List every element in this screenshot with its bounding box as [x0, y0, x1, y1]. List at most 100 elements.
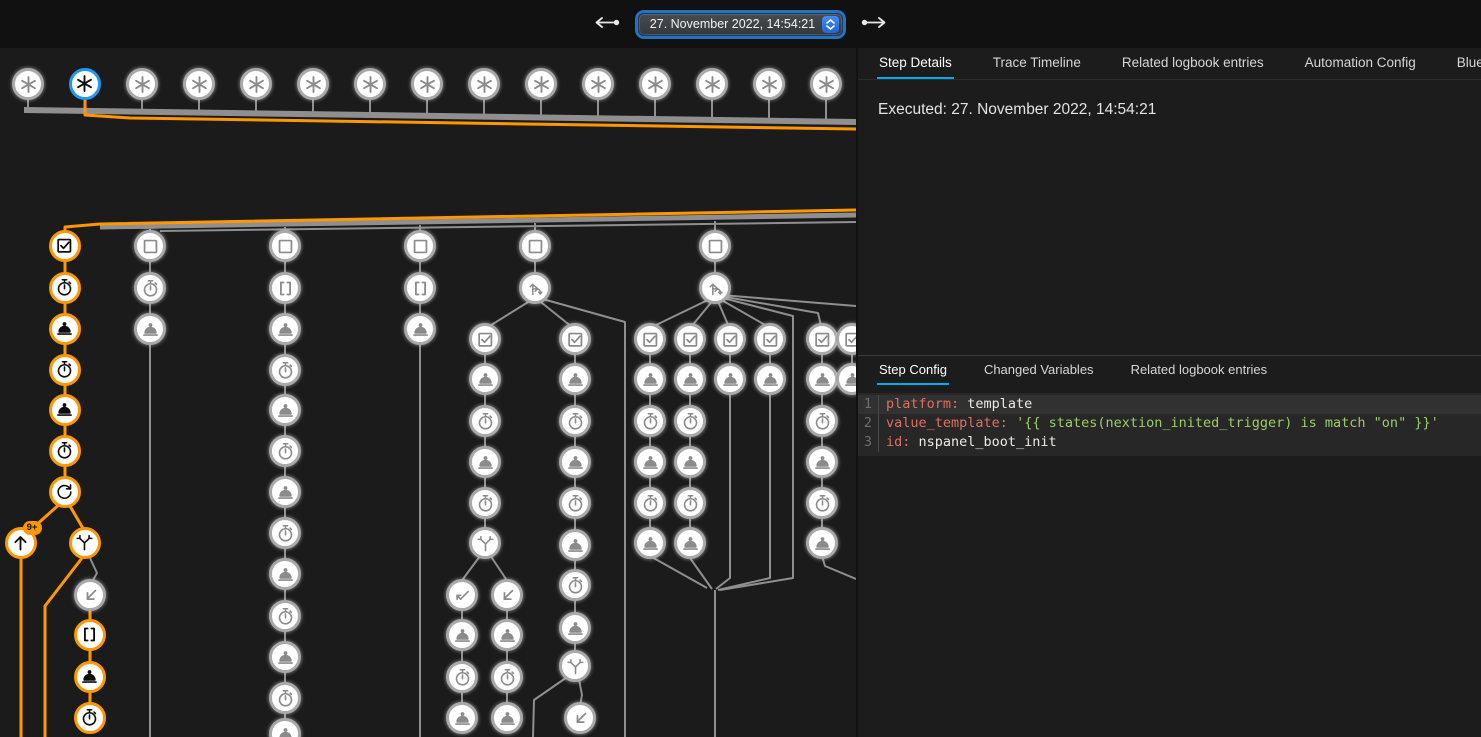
graph-node-asterisk[interactable] — [126, 68, 158, 100]
graph-node-service[interactable] — [559, 529, 591, 561]
trace-select[interactable]: 27. November 2022, 14:54:21 — [638, 13, 843, 36]
graph-node-timer[interactable] — [469, 405, 501, 437]
graph-node-service[interactable] — [446, 702, 478, 734]
graph-node-asterisk[interactable] — [240, 68, 272, 100]
graph-node-service[interactable] — [806, 527, 838, 559]
graph-node-timer[interactable] — [634, 405, 666, 437]
graph-node-service[interactable] — [269, 641, 301, 673]
graph-node-service[interactable] — [404, 313, 436, 345]
graph-node-check-box[interactable] — [806, 323, 838, 355]
graph-node-service[interactable] — [74, 661, 106, 693]
graph-node-timer[interactable] — [269, 682, 301, 714]
graph-node-asterisk[interactable] — [810, 68, 842, 100]
graph-node-timer[interactable] — [559, 569, 591, 601]
graph-node-blank-box[interactable] — [519, 230, 551, 262]
graph-node-asterisk[interactable] — [582, 68, 614, 100]
graph-node-check-box[interactable] — [559, 323, 591, 355]
graph-node-check-box[interactable] — [754, 323, 786, 355]
graph-node-arrow-down-left[interactable] — [491, 579, 523, 611]
graph-node-check-box[interactable] — [634, 323, 666, 355]
graph-node-asterisk[interactable] — [12, 68, 44, 100]
graph-node-timer[interactable] — [674, 405, 706, 437]
graph-node-service[interactable] — [674, 363, 706, 395]
graph-node-timer[interactable] — [446, 661, 478, 693]
graph-node-timer[interactable] — [269, 517, 301, 549]
graph-node-service[interactable] — [806, 446, 838, 478]
graph-node-blank-box[interactable] — [134, 230, 166, 262]
graph-node-asterisk[interactable] — [753, 68, 785, 100]
graph-node-asterisk[interactable] — [183, 68, 215, 100]
graph-node-timer[interactable] — [469, 487, 501, 519]
graph-node-asterisk[interactable] — [354, 68, 386, 100]
next-trace-button[interactable] — [857, 12, 892, 36]
graph-node-service[interactable] — [49, 394, 81, 426]
graph-node-service[interactable] — [269, 394, 301, 426]
graph-node-refresh[interactable] — [49, 476, 81, 508]
graph-node-timer[interactable] — [559, 487, 591, 519]
graph-node-blank-box[interactable] — [699, 230, 731, 262]
graph-node-arrow-up[interactable]: 9+ — [5, 527, 37, 559]
tab-automation-config[interactable]: Automation Config — [1303, 48, 1418, 79]
graph-node-timer[interactable] — [559, 405, 591, 437]
graph-node-timer[interactable] — [269, 435, 301, 467]
graph-node-timer[interactable] — [134, 272, 166, 304]
graph-node-asterisk[interactable] — [468, 68, 500, 100]
graph-node-timer[interactable] — [269, 600, 301, 632]
graph-node-service[interactable] — [469, 363, 501, 395]
graph-node-service[interactable] — [634, 527, 666, 559]
graph-node-brackets[interactable] — [269, 272, 301, 304]
graph-node-asterisk[interactable] — [525, 68, 557, 100]
graph-node-check-box[interactable] — [49, 230, 81, 262]
graph-node-timer[interactable] — [269, 354, 301, 386]
graph-node-timer[interactable] — [49, 435, 81, 467]
graph-node-service[interactable] — [806, 363, 838, 395]
tab-blueprint-config[interactable]: Blueprint Config — [1455, 48, 1481, 79]
graph-node-brackets[interactable] — [74, 619, 106, 651]
graph-node-decision[interactable] — [519, 272, 551, 304]
graph-node-arrow-down-left[interactable] — [74, 579, 106, 611]
graph-node-service[interactable] — [634, 446, 666, 478]
graph-node-service[interactable] — [269, 313, 301, 345]
graph-node-check-arrow[interactable] — [446, 579, 478, 611]
graph-node-service[interactable] — [559, 612, 591, 644]
graph-node-timer[interactable] — [674, 487, 706, 519]
graph-node-timer[interactable] — [806, 405, 838, 437]
graph-node-check-box[interactable] — [469, 323, 501, 355]
graph-node-service[interactable] — [674, 527, 706, 559]
graph-node-service[interactable] — [446, 619, 478, 651]
graph-node-service[interactable] — [634, 363, 666, 395]
tab-related-logbook-entries[interactable]: Related logbook entries — [1129, 356, 1270, 385]
graph-node-split[interactable] — [559, 650, 591, 682]
graph-node-timer[interactable] — [491, 661, 523, 693]
graph-node-arrow-down-left[interactable] — [564, 702, 596, 734]
graph-node-service[interactable] — [754, 363, 786, 395]
graph-node-service[interactable] — [469, 446, 501, 478]
graph-node-blank-box[interactable] — [269, 230, 301, 262]
graph-node-service[interactable] — [559, 363, 591, 395]
graph-node-service[interactable] — [269, 476, 301, 508]
graph-node-timer[interactable] — [806, 487, 838, 519]
tab-step-details[interactable]: Step Details — [877, 48, 954, 79]
graph-node-service[interactable] — [491, 619, 523, 651]
graph-node-asterisk[interactable] — [411, 68, 443, 100]
tab-related-logbook-entries[interactable]: Related logbook entries — [1120, 48, 1266, 79]
graph-node-asterisk[interactable] — [297, 68, 329, 100]
yaml-code-editor[interactable]: 1platform: template2value_template: '{{ … — [858, 393, 1481, 456]
graph-node-service[interactable] — [491, 702, 523, 734]
graph-node-service[interactable] — [269, 558, 301, 590]
previous-trace-button[interactable] — [589, 12, 624, 36]
graph-node-service[interactable] — [559, 446, 591, 478]
graph-node-split[interactable] — [69, 527, 101, 559]
graph-node-check-box[interactable] — [674, 323, 706, 355]
graph-node-service[interactable] — [714, 363, 746, 395]
graph-node-asterisk[interactable] — [69, 68, 101, 100]
tab-step-config[interactable]: Step Config — [877, 356, 949, 385]
graph-node-service[interactable] — [134, 313, 166, 345]
graph-node-asterisk[interactable] — [696, 68, 728, 100]
graph-node-decision[interactable] — [699, 272, 731, 304]
graph-node-service[interactable] — [49, 313, 81, 345]
graph-node-timer[interactable] — [634, 487, 666, 519]
graph-node-service[interactable] — [674, 446, 706, 478]
graph-node-split[interactable] — [469, 527, 501, 559]
graph-node-brackets[interactable] — [404, 272, 436, 304]
